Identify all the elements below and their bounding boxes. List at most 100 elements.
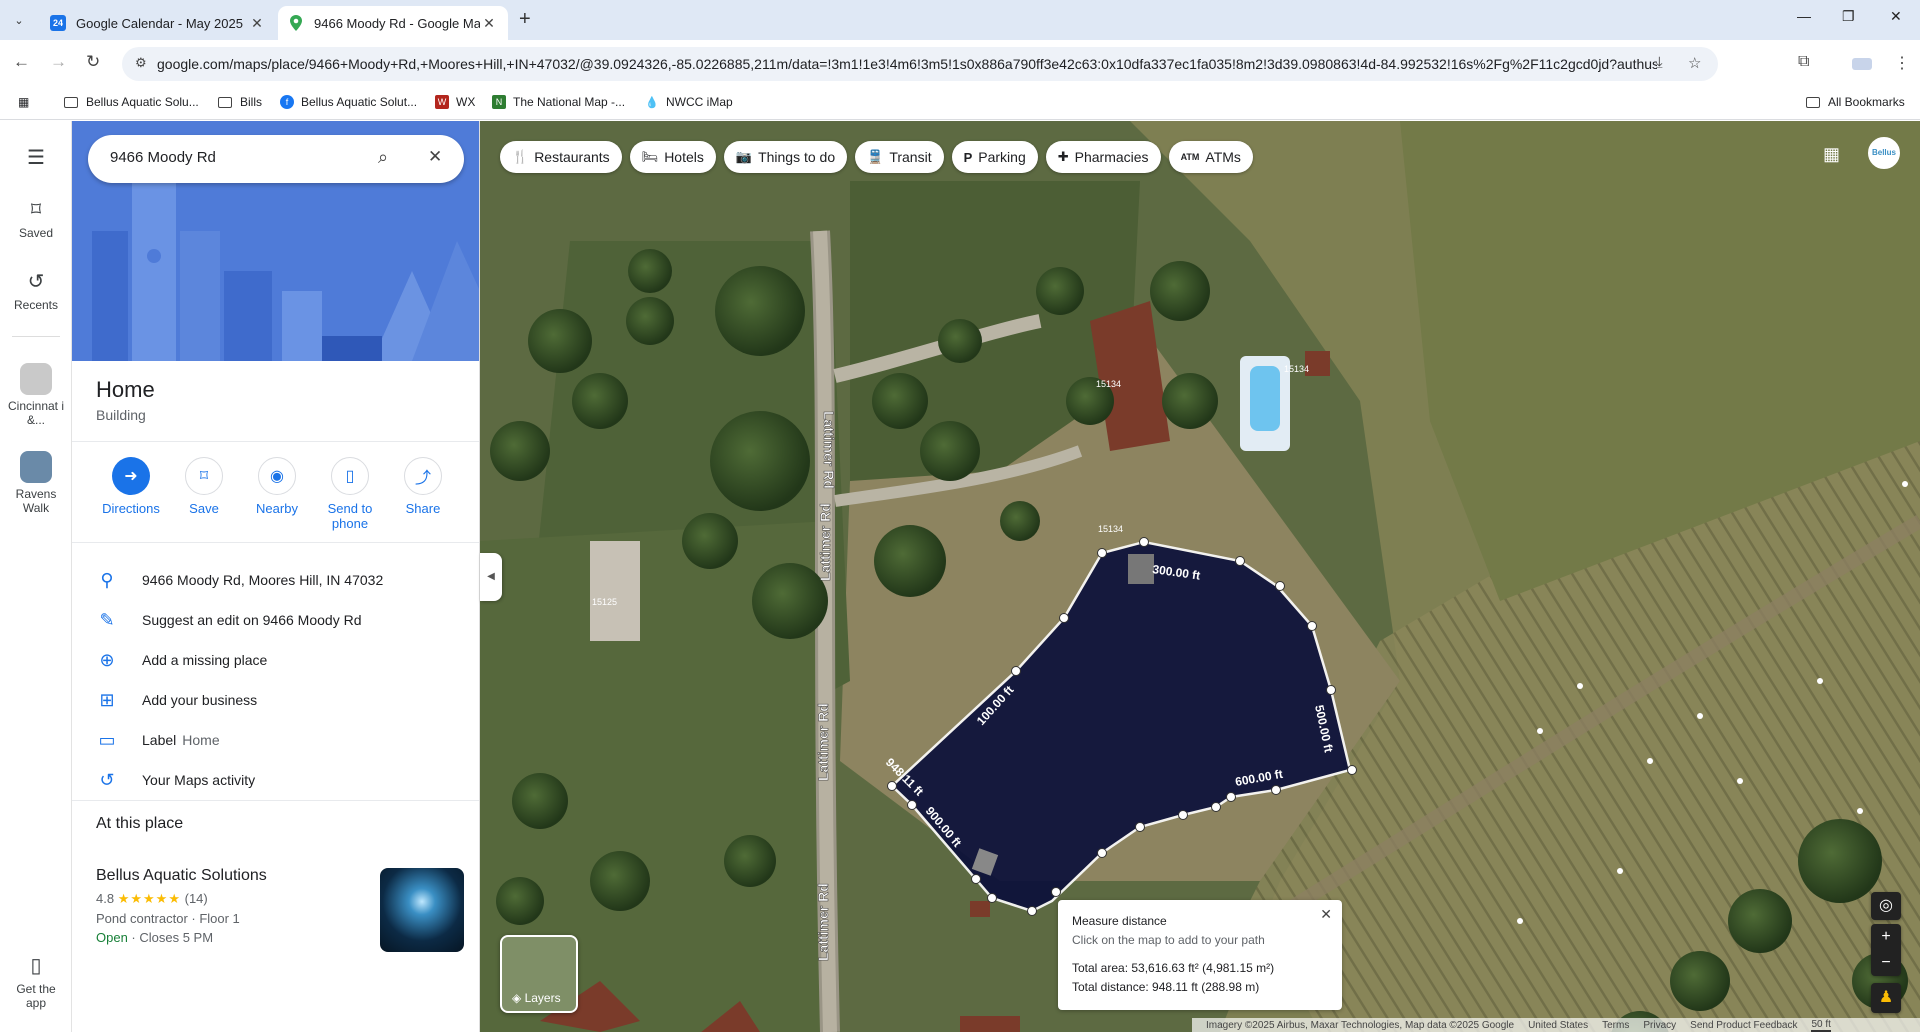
chip-parking[interactable]: P Parking bbox=[951, 141, 1038, 173]
menu-button[interactable]: ☰ bbox=[0, 145, 72, 174]
suggest-edit-row[interactable]: ✎ Suggest an edit on 9466 Moody Rd bbox=[72, 600, 479, 640]
bookmark-bills-folder[interactable]: Bills bbox=[218, 95, 262, 109]
back-arrow-icon[interactable]: ← bbox=[13, 52, 30, 72]
more-menu-icon[interactable]: ⋮ bbox=[1894, 53, 1910, 73]
site-info-icon[interactable]: ⚙ bbox=[135, 55, 147, 71]
close-tab-icon[interactable]: ✕ bbox=[480, 15, 498, 32]
bookmark-label: The National Map -... bbox=[513, 95, 626, 109]
label-row[interactable]: ▭ Label Home bbox=[72, 720, 479, 760]
label-value: Home bbox=[182, 732, 220, 748]
bed-icon: 🛏 bbox=[641, 149, 659, 164]
bookmark-star-icon[interactable]: ☆ bbox=[1688, 54, 1701, 72]
close-tab-icon[interactable]: ✕ bbox=[248, 15, 266, 32]
maps-activity-row[interactable]: ↺ Your Maps activity bbox=[72, 760, 479, 800]
rail-saved[interactable]: ⌑ Saved bbox=[0, 197, 72, 240]
folder-icon bbox=[1806, 96, 1820, 108]
install-app-icon[interactable]: ⤓ bbox=[1656, 54, 1663, 71]
chip-transit[interactable]: 🚆 Transit bbox=[855, 141, 944, 173]
privacy-link[interactable]: Privacy bbox=[1643, 1020, 1676, 1031]
chip-label: Transit bbox=[889, 149, 932, 165]
terms-link[interactable]: Terms bbox=[1602, 1020, 1629, 1031]
at-this-place-heading: At this place bbox=[96, 815, 184, 832]
zoom-controls: + − bbox=[1871, 924, 1901, 976]
divider bbox=[72, 441, 479, 442]
bookmarks-bar: ▦ Bellus Aquatic Solu... Bills f Bellus A… bbox=[0, 88, 1920, 120]
tab-search-chevron-icon[interactable]: ⌄ bbox=[8, 10, 30, 32]
business-photo[interactable] bbox=[380, 868, 464, 952]
address-bar[interactable]: ⚙ google.com/maps/place/9466+Moody+Rd,+M… bbox=[122, 47, 1718, 81]
action-label: Send to phone bbox=[327, 501, 373, 531]
building-illustration: ⌕ ✕ bbox=[72, 121, 479, 361]
divider bbox=[72, 542, 479, 543]
hamburger-menu-icon: ☰ bbox=[27, 147, 45, 169]
my-location-icon[interactable]: ◎ bbox=[1871, 892, 1901, 920]
bookmark-label: Bellus Aquatic Solut... bbox=[301, 95, 418, 109]
add-business-row[interactable]: ⊞ Add your business bbox=[72, 680, 479, 720]
restore-icon[interactable]: ❐ bbox=[1842, 8, 1855, 25]
chip-pharmacies[interactable]: ✚ Pharmacies bbox=[1045, 141, 1161, 173]
rail-get-app[interactable]: ▯ Get the app bbox=[0, 953, 72, 1010]
scale-bar[interactable]: 50 ft bbox=[1811, 1019, 1831, 1032]
rail-divider bbox=[12, 336, 60, 337]
measure-total-distance: Total distance: 948.11 ft (288.98 m) bbox=[1072, 980, 1260, 994]
location-pin-icon: ⚲ bbox=[100, 569, 114, 590]
close-search-icon[interactable]: ✕ bbox=[428, 147, 442, 167]
chip-things-to-do[interactable]: 📷 Things to do bbox=[723, 141, 848, 173]
pegman-icon[interactable]: ♟ bbox=[1871, 983, 1901, 1013]
action-label: Save bbox=[189, 501, 219, 516]
close-measure-icon[interactable]: ✕ bbox=[1320, 906, 1332, 923]
close-window-icon[interactable]: ✕ bbox=[1890, 8, 1902, 25]
forward-arrow-icon[interactable]: → bbox=[50, 52, 67, 72]
search-box: ⌕ ✕ bbox=[88, 135, 464, 183]
bookmark-national-map[interactable]: N The National Map -... bbox=[492, 95, 625, 109]
directions-button[interactable]: ➜ Directions bbox=[96, 457, 166, 516]
action-label: Nearby bbox=[256, 501, 298, 516]
chip-atms[interactable]: ATM ATMs bbox=[1168, 141, 1253, 173]
add-business-icon: ⊞ bbox=[99, 689, 115, 710]
rail-recent-ravens-walk[interactable]: Ravens Walk bbox=[0, 451, 72, 515]
review-count: (14) bbox=[184, 891, 208, 906]
tab-google-calendar[interactable]: 24 Google Calendar - May 2025 ✕ bbox=[40, 6, 276, 40]
google-apps-icon[interactable]: ▦ bbox=[1823, 144, 1840, 165]
label-tag-icon: ▭ bbox=[98, 729, 116, 750]
bookmark-bellus-folder[interactable]: Bellus Aquatic Solu... bbox=[64, 95, 199, 109]
rail-recents[interactable]: ↺ Recents bbox=[0, 269, 72, 312]
chip-hotels[interactable]: 🛏 Hotels bbox=[629, 141, 716, 173]
apps-grid-icon[interactable]: ▦ bbox=[18, 95, 29, 109]
country-link[interactable]: United States bbox=[1528, 1020, 1588, 1031]
search-icon[interactable]: ⌕ bbox=[378, 147, 388, 168]
chip-restaurants[interactable]: 🍴 Restaurants bbox=[500, 141, 622, 173]
left-rail: ☰ ⌑ Saved ↺ Recents Cincinnat i &... Raven… bbox=[0, 121, 72, 1032]
add-missing-place-row[interactable]: ⊕ Add a missing place bbox=[72, 640, 479, 680]
new-tab-plus-icon[interactable]: + bbox=[519, 8, 531, 31]
send-to-phone-button[interactable]: ▯ Send to phone bbox=[315, 457, 385, 531]
bookmark-bellus-facebook[interactable]: f Bellus Aquatic Solut... bbox=[280, 95, 417, 109]
minimize-icon[interactable]: — bbox=[1797, 8, 1811, 24]
feedback-link[interactable]: Send Product Feedback bbox=[1690, 1020, 1797, 1031]
collapse-panel-button[interactable]: ◀ bbox=[480, 553, 502, 601]
nearby-button[interactable]: ◉ Nearby bbox=[242, 457, 312, 516]
share-button[interactable]: ⤴ Share bbox=[388, 457, 458, 516]
rail-recent-cincinnati[interactable]: Cincinnat i &... bbox=[0, 363, 72, 427]
reload-icon[interactable]: ↻ bbox=[86, 52, 100, 72]
phone-icon: ▯ bbox=[30, 955, 42, 977]
satellite-map[interactable]: 300.00 ft 100.00 ft 500.00 ft 600.00 ft … bbox=[480, 121, 1920, 1032]
map-imagery: 300.00 ft 100.00 ft 500.00 ft 600.00 ft … bbox=[480, 121, 1920, 1032]
rail-label: Get the app bbox=[16, 982, 56, 1010]
all-bookmarks[interactable]: All Bookmarks bbox=[1806, 95, 1905, 109]
bookmark-nwcc-imap[interactable]: 💧 NWCC iMap bbox=[645, 95, 733, 109]
extensions-puzzle-icon[interactable]: ⧉ bbox=[1798, 53, 1809, 71]
zoom-out-icon[interactable]: − bbox=[1871, 950, 1901, 976]
account-avatar[interactable]: Bellus bbox=[1868, 137, 1900, 169]
search-input[interactable] bbox=[110, 149, 350, 166]
profile-avatar-icon[interactable] bbox=[1852, 58, 1872, 70]
address-row[interactable]: ⚲ 9466 Moody Rd, Moores Hill, IN 47032 bbox=[72, 560, 479, 600]
save-button[interactable]: ⌑ Save bbox=[169, 457, 239, 516]
bookmark-wx[interactable]: W WX bbox=[435, 95, 475, 109]
label-text: Label bbox=[142, 732, 177, 748]
layers-button[interactable]: ◈ Layers bbox=[500, 935, 578, 1013]
url-text[interactable]: google.com/maps/place/9466+Moody+Rd,+Moo… bbox=[157, 56, 1657, 72]
tab-google-maps[interactable]: 9466 Moody Rd - Google Maps ✕ bbox=[278, 6, 508, 40]
bookmark-label: NWCC iMap bbox=[666, 95, 733, 109]
zoom-in-icon[interactable]: + bbox=[1871, 924, 1901, 950]
